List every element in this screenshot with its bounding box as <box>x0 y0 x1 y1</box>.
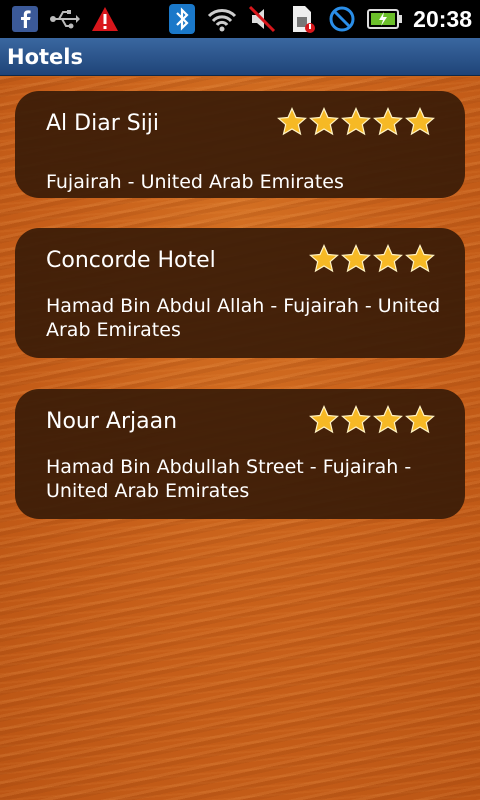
star-icon <box>309 244 339 273</box>
star-icon <box>341 405 371 434</box>
star-icon <box>277 107 307 136</box>
hotel-name: Nour Arjaan <box>46 409 178 434</box>
sim-icon <box>287 4 317 34</box>
star-rating <box>309 244 435 274</box>
star-icon <box>341 244 371 273</box>
title-bar: Hotels <box>0 38 480 76</box>
facebook-icon <box>10 4 40 34</box>
wifi-icon <box>207 4 237 34</box>
star-icon <box>373 244 403 273</box>
hotel-name: Concorde Hotel <box>46 248 216 273</box>
star-icon <box>309 107 339 136</box>
page-title: Hotels <box>7 44 83 69</box>
hotel-card-nour-arjaan[interactable]: Nour Arjaan Hamad Bin Abdullah Street - … <box>15 389 465 519</box>
hotel-card-concorde-hotel[interactable]: Concorde Hotel Hamad Bin Abdul Allah - F… <box>15 228 465 358</box>
usb-icon <box>50 4 80 34</box>
star-rating <box>309 405 435 435</box>
hotel-name: Al Diar Siji <box>46 111 160 136</box>
clock: 20:38 <box>413 5 472 32</box>
star-icon <box>309 405 339 434</box>
star-icon <box>373 107 403 136</box>
star-icon <box>373 405 403 434</box>
hotel-address: Fujairah - United Arab Emirates <box>46 171 344 193</box>
no-signal-icon <box>327 4 357 34</box>
hotel-address: Hamad Bin Abdullah Street - Fujairah - U… <box>46 456 412 502</box>
star-icon <box>405 405 435 434</box>
hotel-card-al-diar-siji[interactable]: Al Diar Siji Fujairah - United Arab Emir… <box>15 91 465 198</box>
hotel-list: Al Diar Siji Fujairah - United Arab Emir… <box>0 77 480 800</box>
star-rating <box>277 107 435 137</box>
vibrate-off-icon <box>247 4 277 34</box>
star-icon <box>405 244 435 273</box>
hotel-address: Hamad Bin Abdul Allah - Fujairah - Unite… <box>46 295 441 341</box>
star-icon <box>341 107 371 136</box>
bluetooth-icon <box>167 4 197 34</box>
warning-icon <box>90 4 120 34</box>
star-icon <box>405 107 435 136</box>
status-bar: 20:38 <box>0 0 480 38</box>
battery-icon <box>367 4 403 34</box>
